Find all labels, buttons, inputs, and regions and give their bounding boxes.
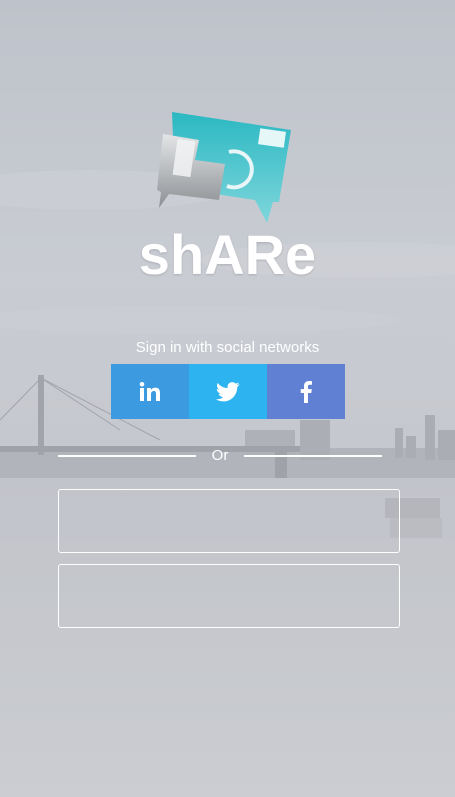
divider-line-right [244, 455, 382, 457]
social-signin-label: Sign in with social networks [135, 339, 320, 356]
app-logo [155, 110, 295, 225]
facebook-icon [300, 380, 312, 403]
twitter-icon [216, 381, 240, 401]
app-title: shARe [138, 223, 317, 286]
facebook-button[interactable] [267, 364, 345, 419]
password-field[interactable] [58, 564, 400, 628]
username-field[interactable] [58, 489, 400, 553]
or-divider: Or [58, 446, 382, 466]
twitter-button[interactable] [189, 364, 267, 419]
linkedin-button[interactable] [111, 364, 189, 419]
social-buttons [111, 364, 345, 419]
linkedin-icon [139, 381, 160, 401]
